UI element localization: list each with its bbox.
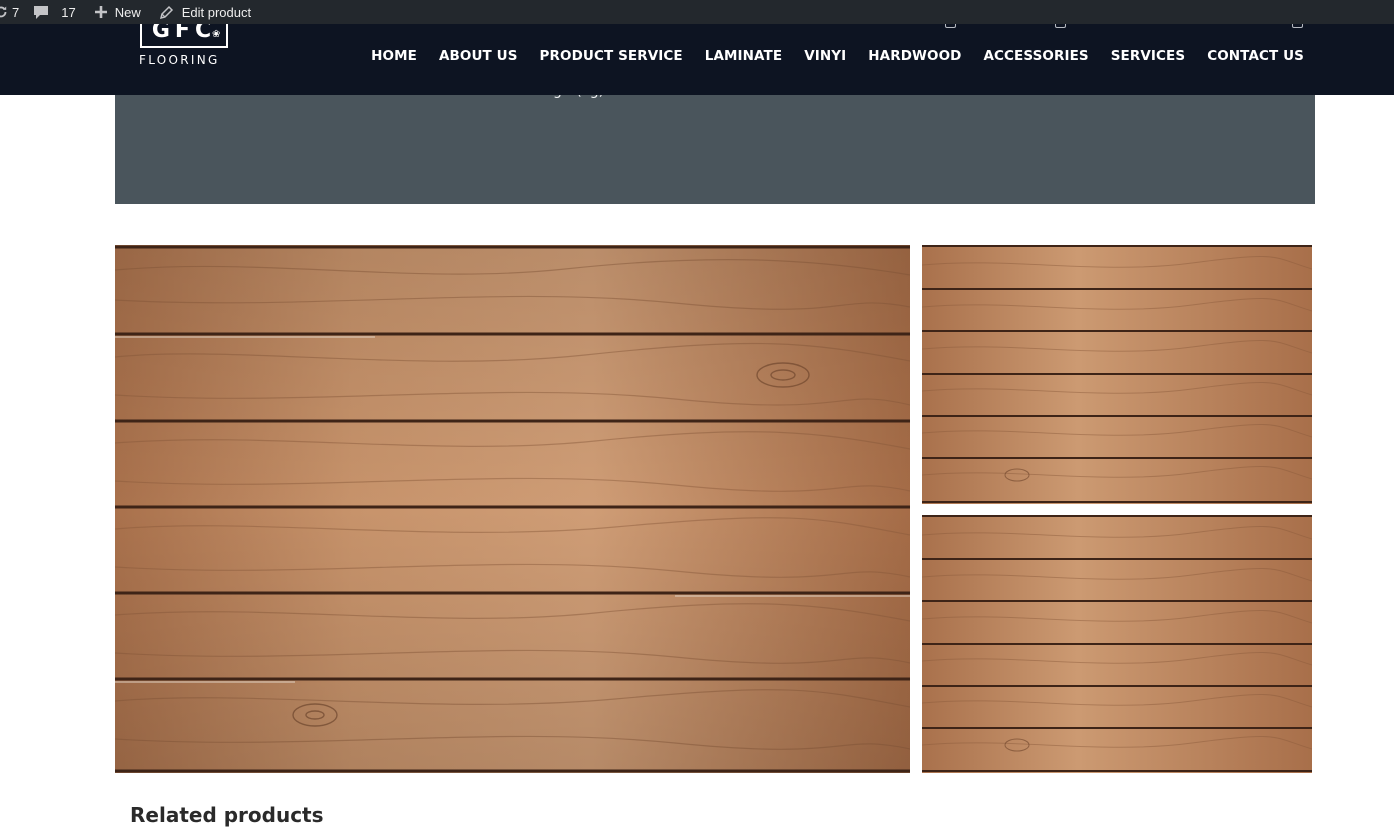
wood-planks-main-image (115, 245, 910, 773)
site-logo[interactable]: GFC ❀ FLOORING (139, 24, 231, 72)
comments-count: 17 (61, 4, 76, 20)
plus-icon (94, 5, 108, 19)
updates-icon (0, 5, 8, 19)
nav-accessories[interactable]: ACCESSORIES (983, 48, 1088, 64)
main-navigation: HOME ABOUT US PRODUCT SERVICE LAMINATE V… (371, 24, 1304, 87)
edit-product-label: Edit product (181, 4, 252, 20)
nav-about-us[interactable]: ABOUT US (439, 48, 518, 64)
pencil-icon (159, 5, 174, 20)
nav-services[interactable]: SERVICES (1111, 48, 1185, 64)
comment-bubble-icon (33, 5, 49, 20)
gallery-thumbnail-1[interactable] (922, 245, 1312, 504)
gallery-thumbnail-2[interactable] (922, 515, 1312, 773)
nav-home[interactable]: HOME (371, 48, 417, 64)
nav-vinyl[interactable]: VINYI (804, 48, 846, 64)
gallery-main-image[interactable] (115, 245, 910, 773)
admin-edit-product-link[interactable]: Edit product (159, 0, 251, 24)
admin-updates-link[interactable]: 7 (0, 0, 19, 24)
maple-leaf-icon: ❀ (212, 29, 221, 40)
admin-bar: 7 17 New Edit product (0, 0, 1394, 24)
logo-subtitle: FLOORING (139, 53, 220, 67)
new-label: New (114, 4, 141, 20)
admin-comments-link[interactable]: 17 (33, 0, 76, 24)
site-header: GFC ❀ FLOORING HOME ABOUT US PRODUCT SER… (0, 24, 1394, 95)
nav-hardwood[interactable]: HARDWOOD (868, 48, 961, 64)
updates-count: 7 (12, 4, 20, 20)
nav-contact-us[interactable]: CONTACT US (1207, 48, 1304, 64)
product-info-panel: weight(kg): 16 (115, 83, 1315, 204)
nav-laminate[interactable]: LAMINATE (705, 48, 782, 64)
wood-planks-thumbnail-1 (922, 245, 1312, 504)
admin-new-link[interactable]: New (94, 0, 141, 24)
nav-product-service[interactable]: PRODUCT SERVICE (540, 48, 683, 64)
wood-planks-thumbnail-2 (922, 515, 1312, 773)
